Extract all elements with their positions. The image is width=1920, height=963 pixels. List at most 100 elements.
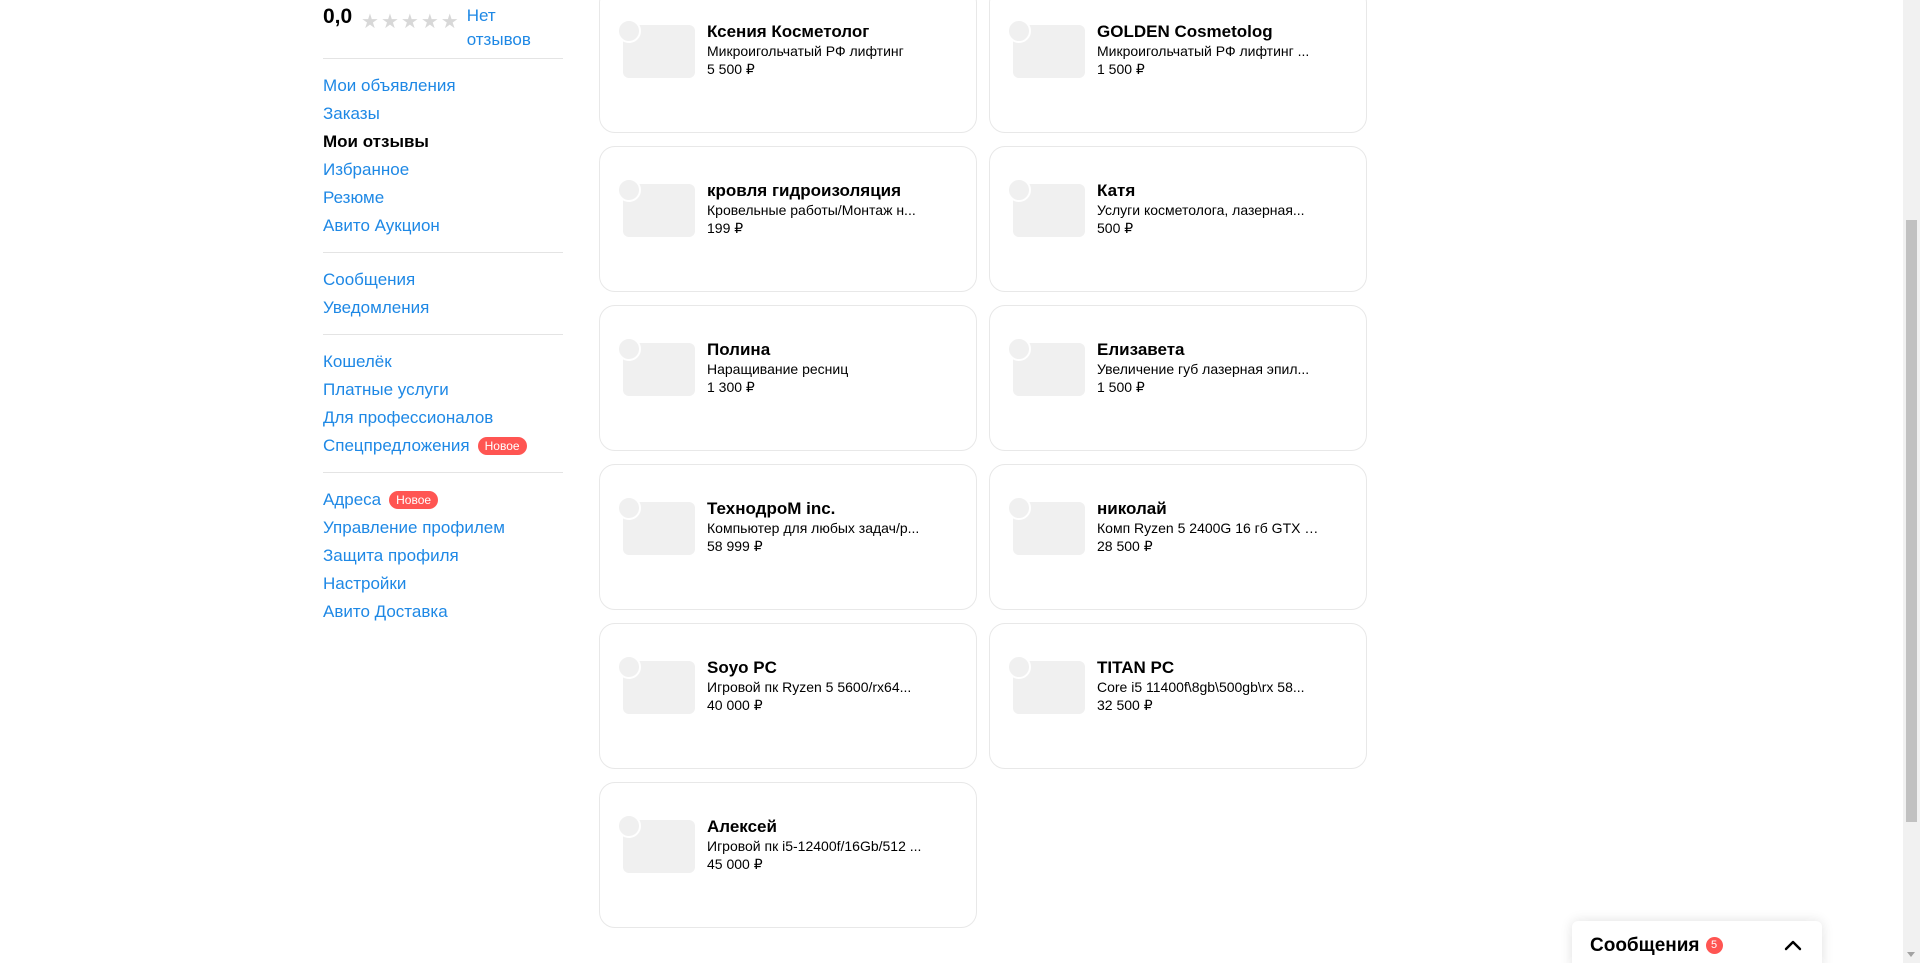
sidebar-nav-item-label: Избранное [323,160,410,179]
listing-title: Core i5 11400f\8gb\500gb\rx 58... [1097,679,1305,695]
sidebar-nav-item[interactable]: Резюме [323,184,563,212]
seller-avatar [617,178,641,202]
review-card[interactable]: Алексей Игровой пк i5-12400f/16Gb/512 ...… [599,782,977,928]
seller-name: николай [1097,499,1167,518]
sidebar-nav-item[interactable]: Уведомления [323,294,563,322]
messenger-unread-badge: 5 [1705,936,1723,954]
card-text: TITAN PC Core i5 11400f\8gb\500gb\rx 58..… [1097,658,1319,714]
listing-title: Микроигольчатый РФ лифтинг ... [1097,43,1310,59]
star-icon: ★ [380,11,399,33]
listing-price: 1 500 ₽ [1097,61,1145,77]
seller-name: Полина [707,340,771,359]
card-text: кровля гидроизоляция Кровельные работы/Мо… [707,181,929,237]
review-card[interactable]: николай Комп Ryzen 5 2400G 16 гб GTX 1...… [989,464,1367,610]
review-card[interactable]: Soyo PC Игровой пк Ryzen 5 5600/rx64... 40… [599,623,977,769]
seller-avatar [1007,178,1031,202]
sidebar-nav-item-label: Авито Аукцион [323,216,440,235]
seller-name: ТехнодроМ inc. [707,499,836,518]
sidebar-nav-item-label: Защита профиля [323,546,459,565]
star-icon: ★ [440,11,459,33]
star-icon: ★ [400,11,419,33]
sidebar-nav-group: Кошелёк Платные услуги Для профессионалов С… [323,335,563,472]
sidebar-nav-item[interactable]: Настройки [323,570,563,598]
scroll-down-arrow-icon[interactable] [1907,952,1915,957]
seller-name: GOLDEN Cosmetolog [1097,22,1273,41]
seller-name: Елизавета [1097,340,1185,359]
review-card[interactable]: Ксения Косметолог Микроигольчатый РФ лифт… [599,0,977,133]
sidebar-nav-item[interactable]: Защита профиля [323,542,563,570]
sidebar-nav-item-label: Сообщения [323,270,416,289]
listing-price: 1 300 ₽ [707,379,755,395]
profile-sidebar: 0,0 ★ ★ ★ ★ ★ Нет отзывов Мои объявления Зака… [323,0,563,638]
listing-title: Игровой пк Ryzen 5 5600/rx64... [707,679,912,695]
sidebar-nav-item[interactable]: Для профессионалов [323,404,563,432]
card-text: GOLDEN Cosmetolog Микроигольчатый РФ лифт… [1097,22,1319,78]
listing-title: Кровельные работы/Монтаж н... [707,202,916,218]
sidebar-nav-item[interactable]: Авито Аукцион [323,212,563,240]
listing-title: Услуги косметолога, лазерная... [1097,202,1305,218]
seller-name: Soyo PC [707,658,777,677]
listing-title: Компьютер для любых задач/р... [707,520,920,536]
review-card[interactable]: ТехнодроМ inc. Компьютер для любых задач/… [599,464,977,610]
review-card[interactable]: кровля гидроизоляция Кровельные работы/Мо… [599,146,977,292]
seller-avatar [1007,496,1031,520]
rating-summary: 0,0 ★ ★ ★ ★ ★ Нет отзывов [323,0,563,58]
sidebar-nav-item[interactable]: Мои отзывы [323,128,563,156]
rating-stars: ★ ★ ★ ★ ★ [361,12,459,32]
seller-name: кровля гидроизоляция [707,181,902,200]
seller-avatar [1007,19,1031,43]
sidebar-nav-item[interactable]: Заказы [323,100,563,128]
listing-price: 199 ₽ [707,220,744,236]
listing-price: 32 500 ₽ [1097,697,1153,713]
star-icon: ★ [361,11,379,33]
chevron-up-icon[interactable] [1782,935,1804,957]
card-text: Елизавета Увеличение губ лазерная эпил...… [1097,340,1319,396]
sidebar-nav-item-label: Уведомления [323,298,430,317]
listing-title: Наращивание ресниц [707,361,849,377]
review-card[interactable]: Катя Услуги косметолога, лазерная... 500 ₽ [989,146,1367,292]
sidebar-nav-item-label: Мои отзывы [323,132,429,151]
sidebar-nav-item[interactable]: Кошелёк [323,348,563,376]
listing-price: 1 500 ₽ [1097,379,1145,395]
sidebar-nav-item[interactable]: Платные услуги [323,376,563,404]
review-card[interactable]: Елизавета Увеличение губ лазерная эпил...… [989,305,1367,451]
sidebar-nav-item[interactable]: Мои объявления [323,72,563,100]
sidebar-nav-item-label: Адреса [323,490,382,509]
listing-price: 28 500 ₽ [1097,538,1153,554]
listing-price: 45 000 ₽ [707,856,763,872]
review-card[interactable]: Полина Наращивание ресниц 1 300 ₽ [599,305,977,451]
listing-price: 40 000 ₽ [707,697,763,713]
listing-price: 58 999 ₽ [707,538,763,554]
sidebar-nav-item[interactable]: Избранное [323,156,563,184]
seller-avatar [617,19,641,43]
card-text: Алексей Игровой пк i5-12400f/16Gb/512 ...… [707,817,929,873]
sidebar-nav-item[interactable]: Сообщения [323,266,563,294]
sidebar-nav-group: Сообщения Уведомления [323,253,563,334]
sidebar-nav-item[interactable]: Управление профилем [323,514,563,542]
review-card[interactable]: TITAN PC Core i5 11400f\8gb\500gb\rx 58..… [989,623,1367,769]
card-text: Катя Услуги косметолога, лазерная... 500 ₽ [1097,181,1319,237]
review-card[interactable]: GOLDEN Cosmetolog Микроигольчатый РФ лифт… [989,0,1367,133]
sidebar-nav-item-label: Авито Доставка [323,602,448,621]
seller-name: Катя [1097,181,1136,200]
sidebar-nav-item-label: Кошелёк [323,352,392,371]
no-reviews-link[interactable]: Нет отзывов [467,4,547,52]
messenger-widget[interactable]: Сообщения 5 [1572,921,1822,963]
new-badge: Новое [389,491,439,509]
sidebar-nav: Мои объявления Заказы Мои отзывы Избранное Р… [323,58,563,638]
sidebar-nav-item-label: Заказы [323,104,380,123]
listing-title: Игровой пк i5-12400f/16Gb/512 ... [707,838,922,854]
seller-name: TITAN PC [1097,658,1175,677]
seller-name: Ксения Косметолог [707,22,870,41]
reviews-cards-grid: Ксения Косметолог Микроигольчатый РФ лифт… [599,0,1367,928]
page-scrollbar[interactable] [1903,0,1920,963]
scrollbar-thumb[interactable] [1906,220,1917,822]
sidebar-nav-item[interactable]: Спецпредложения Новое [323,432,563,460]
seller-avatar [617,496,641,520]
page: 0,0 ★ ★ ★ ★ ★ Нет отзывов Мои объявления Зака… [0,0,1920,963]
sidebar-nav-item[interactable]: Адреса Новое [323,486,563,514]
card-text: ТехнодроМ inc. Компьютер для любых задач/… [707,499,929,555]
sidebar-nav-item-label: Настройки [323,574,407,593]
sidebar-nav-item[interactable]: Авито Доставка [323,598,563,626]
sidebar-nav-item-label: Для профессионалов [323,408,494,427]
